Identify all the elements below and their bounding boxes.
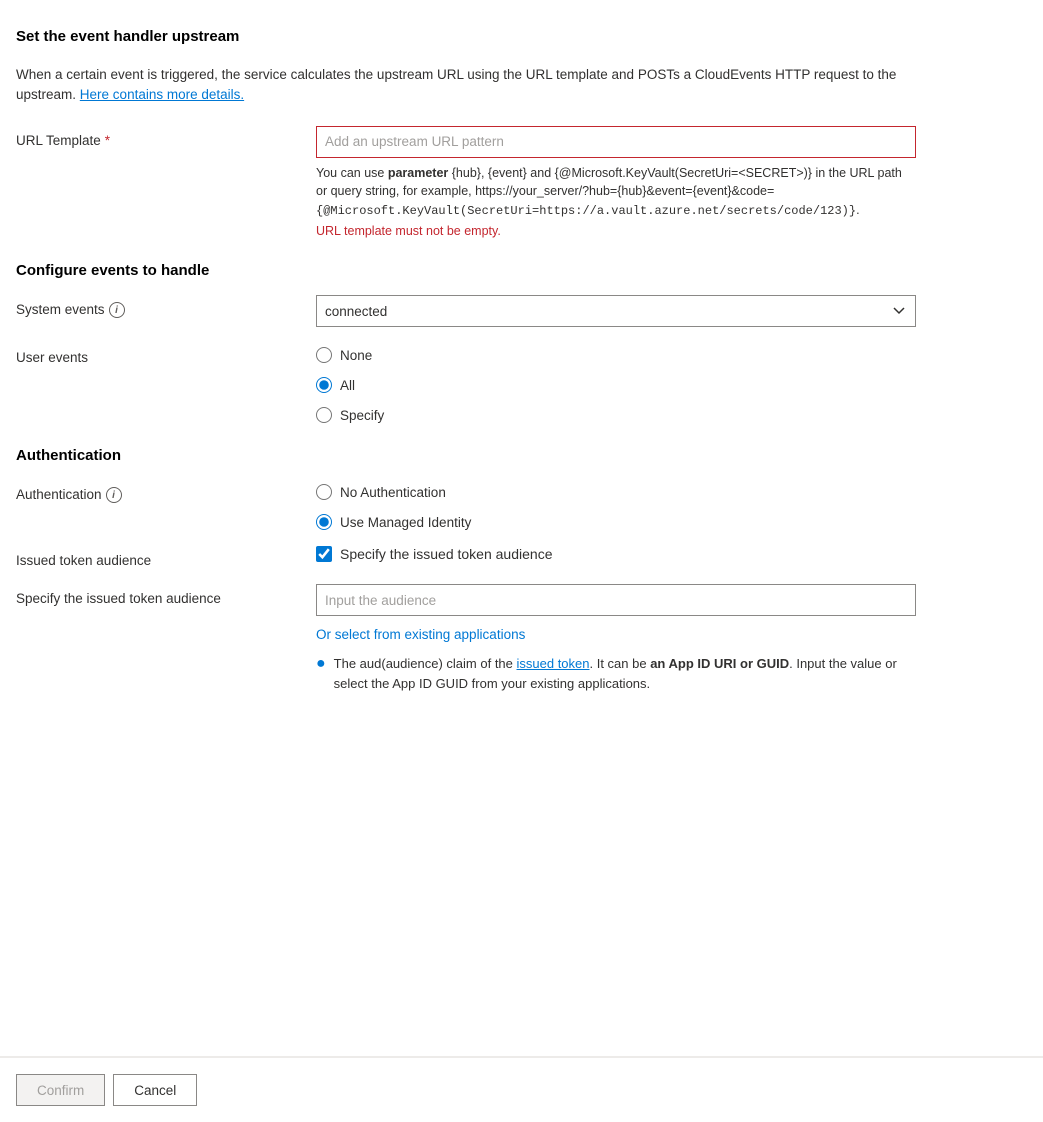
url-template-hint: You can use parameter {hub}, {event} and… bbox=[316, 164, 916, 221]
specify-audience-label: Specify the issued token audience bbox=[16, 584, 316, 606]
user-events-label: User events bbox=[16, 343, 316, 365]
system-events-dropdown[interactable]: connected disconnected connect bbox=[316, 295, 916, 327]
page-description: When a certain event is triggered, the s… bbox=[16, 65, 936, 106]
auth-no-auth-option[interactable]: No Authentication bbox=[316, 484, 1011, 500]
issued-token-control: Specify the issued token audience bbox=[316, 546, 1011, 562]
specify-audience-row: Specify the issued token audience Or sel… bbox=[16, 584, 1011, 693]
authentication-section-title: Authentication bbox=[16, 447, 1011, 464]
url-template-row: URL Template * You can use parameter {hu… bbox=[16, 126, 1011, 239]
user-events-row: User events None All Specify bbox=[16, 343, 1011, 423]
configure-events-title: Configure events to handle bbox=[16, 262, 1011, 279]
authentication-control: No Authentication Use Managed Identity bbox=[316, 480, 1011, 530]
authentication-radio-group: No Authentication Use Managed Identity bbox=[316, 480, 1011, 530]
confirm-button[interactable]: Confirm bbox=[16, 1074, 105, 1106]
auth-no-auth-label: No Authentication bbox=[340, 485, 446, 500]
authentication-info-icon[interactable]: i bbox=[106, 487, 122, 503]
cancel-button[interactable]: Cancel bbox=[113, 1074, 197, 1106]
auth-no-auth-radio[interactable] bbox=[316, 484, 332, 500]
system-events-control: connected disconnected connect bbox=[316, 295, 1011, 327]
user-events-specify-label: Specify bbox=[340, 408, 384, 423]
issued-token-checkbox[interactable] bbox=[316, 546, 332, 562]
issued-token-label: Issued token audience bbox=[16, 546, 316, 568]
system-events-info-icon[interactable]: i bbox=[109, 302, 125, 318]
user-events-all-option[interactable]: All bbox=[316, 377, 1011, 393]
footer: Confirm Cancel bbox=[0, 1057, 1043, 1122]
page-title: Set the event handler upstream bbox=[16, 28, 1011, 45]
url-template-input[interactable] bbox=[316, 126, 916, 158]
authentication-row: Authentication i No Authentication Use M… bbox=[16, 480, 1011, 530]
select-existing-apps-link[interactable]: Or select from existing applications bbox=[316, 627, 525, 642]
issued-token-row: Issued token audience Specify the issued… bbox=[16, 546, 1011, 568]
user-events-none-option[interactable]: None bbox=[316, 347, 1011, 363]
auth-managed-identity-radio[interactable] bbox=[316, 514, 332, 530]
url-template-error: URL template must not be empty. bbox=[316, 224, 1011, 238]
user-events-specify-option[interactable]: Specify bbox=[316, 407, 1011, 423]
user-events-control: None All Specify bbox=[316, 343, 1011, 423]
system-events-row: System events i connected disconnected c… bbox=[16, 295, 1011, 327]
audience-info-text: The aud(audience) claim of the issued to… bbox=[334, 654, 916, 693]
user-events-specify-radio[interactable] bbox=[316, 407, 332, 423]
user-events-none-label: None bbox=[340, 348, 372, 363]
details-link[interactable]: Here contains more details. bbox=[80, 87, 244, 102]
required-indicator: * bbox=[105, 133, 110, 148]
user-events-all-label: All bbox=[340, 378, 355, 393]
auth-managed-identity-label: Use Managed Identity bbox=[340, 515, 471, 530]
issued-token-checkbox-row: Specify the issued token audience bbox=[316, 546, 1011, 562]
user-events-all-radio[interactable] bbox=[316, 377, 332, 393]
audience-input[interactable] bbox=[316, 584, 916, 616]
system-events-label: System events i bbox=[16, 295, 316, 318]
info-bullet-icon: ● bbox=[316, 655, 326, 693]
authentication-label: Authentication i bbox=[16, 480, 316, 503]
issued-token-link[interactable]: issued token bbox=[517, 656, 590, 671]
auth-managed-identity-option[interactable]: Use Managed Identity bbox=[316, 514, 1011, 530]
specify-audience-control: Or select from existing applications ● T… bbox=[316, 584, 1011, 693]
audience-info-box: ● The aud(audience) claim of the issued … bbox=[316, 654, 916, 693]
user-events-radio-group: None All Specify bbox=[316, 343, 1011, 423]
user-events-none-radio[interactable] bbox=[316, 347, 332, 363]
url-template-control: You can use parameter {hub}, {event} and… bbox=[316, 126, 1011, 239]
issued-token-checkbox-label: Specify the issued token audience bbox=[340, 546, 552, 562]
url-template-label: URL Template * bbox=[16, 126, 316, 148]
